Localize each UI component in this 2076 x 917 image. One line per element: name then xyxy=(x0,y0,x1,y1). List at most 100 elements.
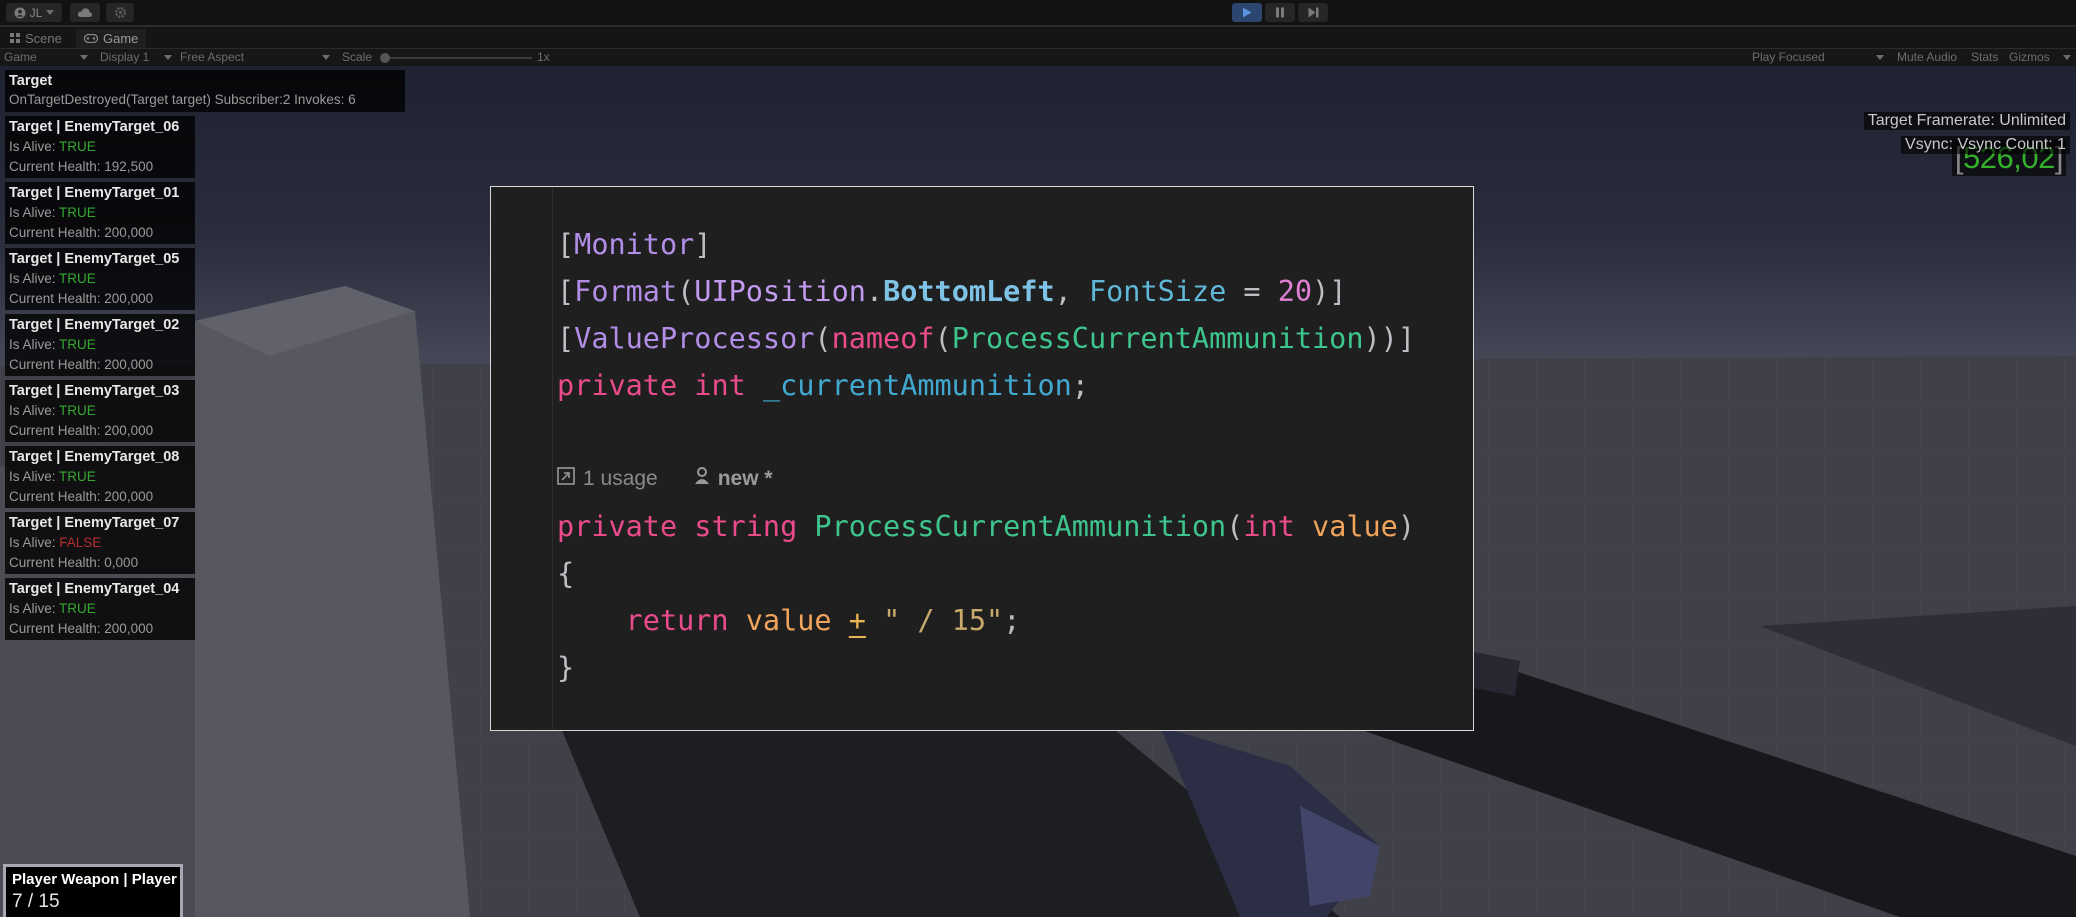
mode-dropdown[interactable]: Game xyxy=(4,50,88,64)
target-card-title: Target | EnemyTarget_06 xyxy=(9,119,180,135)
cloud-icon xyxy=(77,7,93,18)
target-health: Current Health: 200,000 xyxy=(9,621,154,636)
mode-label: Game xyxy=(4,50,37,64)
target-card: Target | EnemyTarget_05 Is Alive: TRUE Cur… xyxy=(5,248,195,310)
target-alive-row: Is Alive: FALSE xyxy=(9,533,191,553)
alive-value: TRUE xyxy=(59,337,96,352)
gizmos-dropdown[interactable]: Gizmos xyxy=(2009,50,2071,64)
gear-icon xyxy=(114,6,127,19)
settings-button[interactable] xyxy=(106,3,134,22)
alive-label: Is Alive: xyxy=(9,535,60,550)
target-alive-row: Is Alive: TRUE xyxy=(9,599,191,619)
alive-value: FALSE xyxy=(59,535,102,550)
target-card: Target | EnemyTarget_07 Is Alive: FALSE Cu… xyxy=(5,512,195,574)
target-card: Target | EnemyTarget_04 Is Alive: TRUE Cur… xyxy=(5,578,195,640)
alive-value: TRUE xyxy=(59,403,96,418)
stats-toggle[interactable]: Stats xyxy=(1971,50,1998,64)
target-alive-row: Is Alive: TRUE xyxy=(9,203,191,223)
alive-label: Is Alive: xyxy=(9,403,60,418)
aspect-dropdown[interactable]: Free Aspect xyxy=(180,50,330,64)
vsync-text: Vsync: Vsync Count: 1 xyxy=(1901,136,2070,154)
display-label: Display 1 xyxy=(100,50,150,64)
chevron-down-icon xyxy=(46,10,55,15)
alive-label: Is Alive: xyxy=(9,271,60,286)
target-health: Current Health: 200,000 xyxy=(9,423,154,438)
target-alive-row: Is Alive: TRUE xyxy=(9,269,191,289)
game-view-toolbar: Game Display 1 Free Aspect Scale 1x Play… xyxy=(0,49,2076,66)
code-line-monitor-attribute: [Monitor] xyxy=(557,228,712,261)
target-health: Current Health: 200,000 xyxy=(9,291,154,306)
alive-label: Is Alive: xyxy=(9,601,60,616)
player-weapon-panel: Player Weapon | Player 7 / 15 xyxy=(3,864,183,917)
player-weapon-title: Player Weapon | Player xyxy=(12,871,177,888)
target-card-title: Target | EnemyTarget_05 xyxy=(9,251,180,267)
code-snippet-popup: [Monitor] [Format(UIPosition.BottomLeft,… xyxy=(490,186,1474,731)
target-health: Current Health: 200,000 xyxy=(9,357,154,372)
alive-label: Is Alive: xyxy=(9,139,60,154)
author-label: new * xyxy=(717,467,773,490)
target-framerate-text: Target Framerate: Unlimited xyxy=(1863,112,2070,130)
aspect-label: Free Aspect xyxy=(180,50,245,64)
alive-label: Is Alive: xyxy=(9,469,60,484)
tab-scene[interactable]: Scene xyxy=(2,29,70,48)
pause-button[interactable] xyxy=(1265,3,1295,22)
cloud-button[interactable] xyxy=(70,3,100,22)
display-dropdown[interactable]: Display 1 xyxy=(100,50,172,64)
target-card-title: Target | EnemyTarget_04 xyxy=(9,581,180,597)
usage-arrow-icon xyxy=(557,467,575,491)
target-health: Current Health: 200,000 xyxy=(9,225,154,240)
target-card-title: Target | EnemyTarget_01 xyxy=(9,185,180,201)
target-card-title: Target | EnemyTarget_03 xyxy=(9,383,180,399)
code-line-return-statement: return value + " / 15"; xyxy=(625,604,1021,637)
tab-scene-label: Scene xyxy=(25,31,62,46)
play-focused-dropdown[interactable]: Play Focused xyxy=(1752,50,1884,64)
chevron-down-icon xyxy=(322,54,330,60)
target-alive-row: Is Alive: TRUE xyxy=(9,335,191,355)
scale-slider-track[interactable] xyxy=(386,57,532,59)
account-label: JL xyxy=(29,5,43,20)
scale-label: Scale xyxy=(342,50,373,64)
alive-value: TRUE xyxy=(59,601,96,616)
target-card: Target | EnemyTarget_08 Is Alive: TRUE Cur… xyxy=(5,446,195,508)
person-icon xyxy=(694,467,710,491)
pause-icon xyxy=(1275,7,1285,18)
ammo-value: 7 / 15 xyxy=(12,891,60,912)
alive-value: TRUE xyxy=(59,271,96,286)
play-button[interactable] xyxy=(1232,3,1262,22)
account-dropdown[interactable]: JL xyxy=(6,3,62,22)
code-line-close-brace: } xyxy=(557,651,575,684)
chevron-down-icon xyxy=(164,54,172,60)
mute-audio-toggle[interactable]: Mute Audio xyxy=(1897,50,1957,64)
user-circle-icon xyxy=(14,7,26,19)
step-forward-icon xyxy=(1308,7,1319,18)
target-alive-row: Is Alive: TRUE xyxy=(9,401,191,421)
tab-game[interactable]: Game xyxy=(76,29,147,48)
alive-value: TRUE xyxy=(59,205,96,220)
target-card-title: Target | EnemyTarget_07 xyxy=(9,515,180,531)
target-card-title: Target | EnemyTarget_02 xyxy=(9,317,180,333)
target-card: Target | EnemyTarget_01 Is Alive: TRUE Cur… xyxy=(5,182,195,244)
code-line-method-signature: private string ProcessCurrentAmmunition(… xyxy=(557,510,1416,543)
code-line-field-declaration: private int _currentAmmunition; xyxy=(557,369,1089,402)
code-line-valueprocessor-attribute: [ValueProcessor(nameof(ProcessCurrentAmm… xyxy=(557,322,1415,355)
gamepad-icon xyxy=(83,31,99,46)
scale-value: 1x xyxy=(537,50,550,64)
code-lens[interactable]: 1 usage new * xyxy=(557,467,773,491)
code-line-format-attribute: [Format(UIPosition.BottomLeft, FontSize … xyxy=(557,275,1347,308)
play-icon xyxy=(1242,7,1252,18)
scale-slider-handle[interactable] xyxy=(380,53,390,63)
target-card: Target | EnemyTarget_03 Is Alive: TRUE Cur… xyxy=(5,380,195,442)
target-event-panel: Target OnTargetDestroyed(Target target) … xyxy=(5,70,405,112)
target-card-title: Target | EnemyTarget_08 xyxy=(9,449,180,465)
target-health: Current Health: 200,000 xyxy=(9,489,154,504)
step-button[interactable] xyxy=(1298,3,1328,22)
grid-icon xyxy=(10,31,20,46)
usage-count[interactable]: 1 usage xyxy=(583,467,658,491)
target-card: Target | EnemyTarget_06 Is Alive: TRUE Cur… xyxy=(5,116,195,178)
target-event-text: OnTargetDestroyed(Target target) Subscri… xyxy=(9,92,356,107)
chevron-down-icon xyxy=(2063,54,2071,60)
target-card: Target | EnemyTarget_02 Is Alive: TRUE Cur… xyxy=(5,314,195,376)
alive-label: Is Alive: xyxy=(9,337,60,352)
alive-value: TRUE xyxy=(59,469,96,484)
target-alive-row: Is Alive: TRUE xyxy=(9,137,191,157)
